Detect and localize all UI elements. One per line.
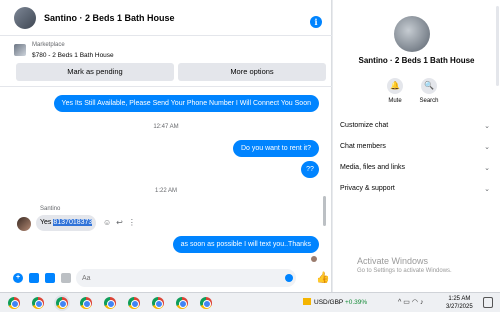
speaker-icon[interactable]: ♪ bbox=[420, 299, 426, 306]
bell-icon: 🔔 bbox=[387, 78, 403, 94]
chrome-icon[interactable] bbox=[8, 297, 20, 309]
ticker-pair: USD/GBP bbox=[314, 299, 344, 306]
conversation-avatar[interactable] bbox=[394, 16, 430, 52]
chrome-icon[interactable] bbox=[56, 297, 68, 309]
sidebar-item-customize-chat[interactable]: Customize chat ⌄ bbox=[340, 122, 490, 130]
search-button[interactable]: 🔍 Search bbox=[414, 78, 444, 104]
react-emoji-icon[interactable]: ☺ bbox=[103, 218, 111, 227]
chrome-icon[interactable] bbox=[128, 297, 140, 309]
header-divider bbox=[0, 86, 332, 87]
sidebar-item-chat-members[interactable]: Chat members ⌄ bbox=[340, 143, 490, 151]
emoji-icon[interactable] bbox=[285, 274, 293, 282]
conversation-info-panel: Santino · 2 Beds 1 Bath House 🔔 Mute 🔍 S… bbox=[333, 0, 500, 292]
message-outgoing[interactable]: Do you want to rent it? bbox=[232, 140, 319, 157]
sidebar-item-label: Privacy & support bbox=[340, 185, 395, 192]
sender-avatar[interactable] bbox=[17, 217, 31, 231]
chat-scrollbar-thumb[interactable] bbox=[323, 196, 326, 226]
chevron-down-icon: ⌄ bbox=[484, 123, 490, 130]
currency-icon bbox=[303, 298, 311, 305]
chrome-icon[interactable] bbox=[32, 297, 44, 309]
notification-icon[interactable] bbox=[483, 297, 493, 308]
windows-taskbar: USD/GBP +0.39% ^▭◠♪ 1:25 AM 3/27/2025 bbox=[0, 292, 500, 312]
sidebar-item-privacy-support[interactable]: Privacy & support ⌄ bbox=[340, 185, 490, 193]
message-input[interactable] bbox=[76, 269, 296, 287]
more-dots-icon[interactable]: ⋮ bbox=[128, 218, 136, 227]
battery-icon[interactable]: ▭ bbox=[403, 299, 412, 306]
gif-icon[interactable] bbox=[61, 273, 71, 283]
like-thumb-icon[interactable]: 👍 bbox=[316, 271, 330, 284]
chrome-icon[interactable] bbox=[80, 297, 92, 309]
listing-price-title: $780 - 2 Beds 1 Bath House bbox=[32, 52, 114, 59]
chat-panel: Santino · 2 Beds 1 Bath House i Marketpl… bbox=[0, 0, 332, 292]
message-outgoing[interactable]: ?? bbox=[301, 161, 319, 178]
search-icon: 🔍 bbox=[421, 78, 437, 94]
sidebar-item-label: Media, files and links bbox=[340, 164, 405, 171]
message-actions: ☺ ↩ ⋮ bbox=[103, 218, 141, 227]
chat-header: Santino · 2 Beds 1 Bath House i bbox=[0, 0, 332, 36]
chrome-icon[interactable] bbox=[200, 297, 212, 309]
message-incoming[interactable]: Yes 8137018373 bbox=[36, 215, 97, 231]
more-options-button[interactable]: More options bbox=[178, 63, 326, 81]
message-outgoing[interactable]: Yes Its Still Available, Please Send You… bbox=[53, 95, 319, 112]
listing-thumbnail bbox=[14, 44, 26, 56]
message-incoming-text: Yes bbox=[40, 219, 54, 226]
message-timestamp: 12:47 AM bbox=[153, 124, 179, 130]
chevron-down-icon: ⌄ bbox=[484, 144, 490, 151]
sidebar-scrollbar-thumb[interactable] bbox=[496, 6, 499, 86]
activate-windows-subtitle: Go to Settings to activate Windows. bbox=[357, 268, 452, 274]
system-tray[interactable]: ^▭◠♪ bbox=[398, 298, 426, 306]
read-receipt-avatar bbox=[311, 256, 317, 262]
sidebar-item-media-files-links[interactable]: Media, files and links ⌄ bbox=[340, 164, 490, 172]
ticker-change: +0.39% bbox=[344, 299, 368, 306]
mute-button[interactable]: 🔔 Mute bbox=[380, 78, 410, 104]
composer: + 👍 bbox=[0, 266, 332, 290]
currency-ticker[interactable]: USD/GBP +0.39% bbox=[303, 298, 367, 306]
chrome-icon[interactable] bbox=[104, 297, 116, 309]
chrome-icon[interactable] bbox=[152, 297, 164, 309]
chat-scrollbar[interactable] bbox=[322, 88, 327, 268]
listing-label: Marketplace bbox=[32, 42, 65, 48]
taskbar-clock[interactable]: 1:25 AM 3/27/2025 bbox=[446, 295, 473, 311]
activate-windows-title: Activate Windows bbox=[357, 256, 429, 266]
mark-pending-button[interactable]: Mark as pending bbox=[16, 63, 174, 81]
image-icon[interactable] bbox=[29, 273, 39, 283]
chevron-down-icon: ⌄ bbox=[484, 186, 490, 193]
chrome-icon[interactable] bbox=[176, 297, 188, 309]
clock-time: 1:25 AM bbox=[448, 296, 471, 302]
info-icon[interactable]: i bbox=[310, 16, 322, 28]
reply-icon[interactable]: ↩ bbox=[116, 218, 123, 227]
contact-avatar[interactable] bbox=[14, 6, 36, 29]
sticker-icon[interactable] bbox=[45, 273, 55, 283]
message-timestamp: 1:22 AM bbox=[154, 188, 177, 194]
search-label: Search bbox=[419, 98, 439, 104]
conversation-title: Santino · 2 Beds 1 Bath House bbox=[358, 56, 475, 65]
chevron-down-icon: ⌄ bbox=[484, 165, 490, 172]
plus-icon[interactable]: + bbox=[13, 273, 23, 283]
selected-phone-number[interactable]: 8137018373 bbox=[53, 219, 93, 226]
sender-name: Santino bbox=[40, 206, 61, 212]
mute-label: Mute bbox=[388, 98, 402, 104]
wifi-icon[interactable]: ◠ bbox=[412, 299, 420, 306]
sidebar-scrollbar[interactable] bbox=[496, 6, 499, 268]
clock-date: 3/27/2025 bbox=[446, 304, 473, 310]
sidebar-item-label: Chat members bbox=[340, 143, 386, 150]
message-outgoing[interactable]: as soon as possible I will text you..Tha… bbox=[172, 236, 319, 253]
chat-title[interactable]: Santino · 2 Beds 1 Bath House bbox=[44, 13, 175, 23]
sidebar-item-label: Customize chat bbox=[340, 122, 389, 129]
